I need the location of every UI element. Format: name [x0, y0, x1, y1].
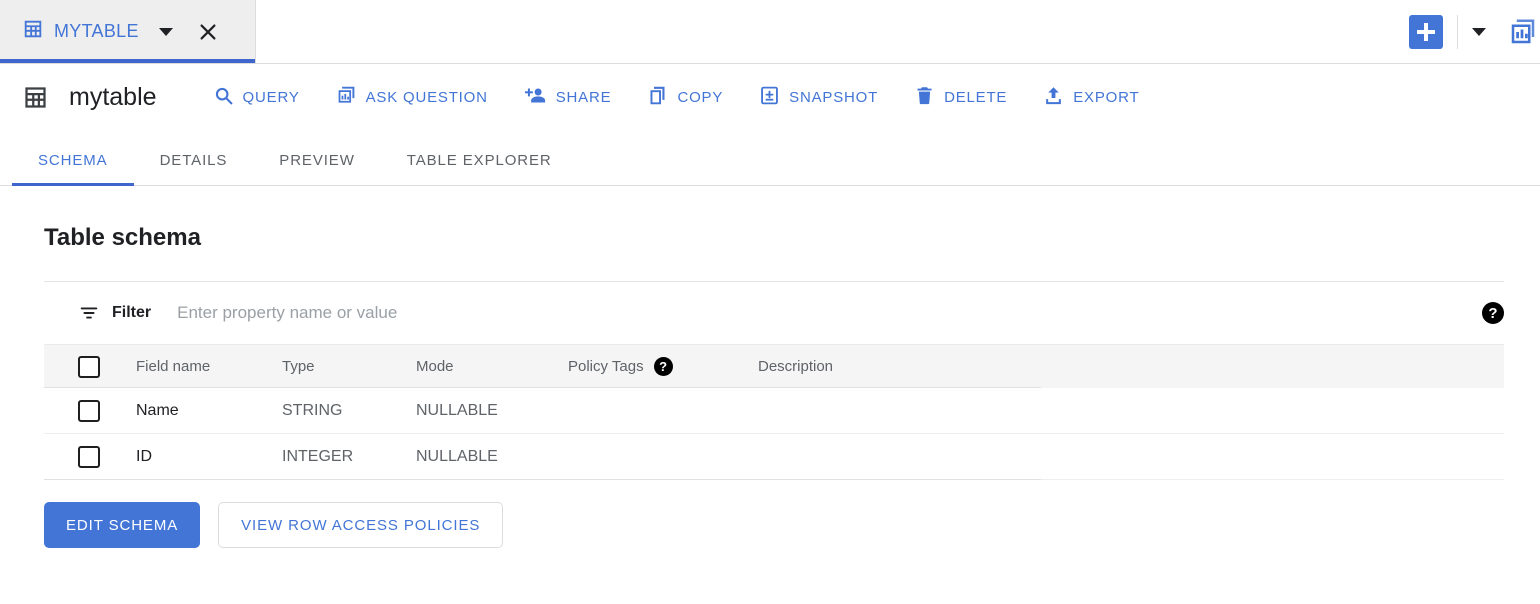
- cell-field-name: ID: [136, 448, 282, 466]
- cell-type: INTEGER: [282, 448, 416, 466]
- column-header-mode: Mode: [416, 358, 568, 375]
- chevron-down-icon[interactable]: [159, 28, 173, 36]
- insights-icon[interactable]: [1508, 17, 1538, 47]
- table-icon: [22, 18, 44, 45]
- tab-strip-actions: [1409, 0, 1540, 63]
- row-checkbox[interactable]: [78, 446, 100, 468]
- column-header-policy-tags-label: Policy Tags: [568, 358, 644, 375]
- close-icon[interactable]: [197, 21, 219, 43]
- ask-question-button[interactable]: ASK QUESTION: [336, 85, 488, 110]
- export-label: EXPORT: [1073, 89, 1139, 106]
- row-checkbox[interactable]: [78, 400, 100, 422]
- column-header-policy-tags: Policy Tags ?: [568, 357, 758, 376]
- filter-icon: [78, 302, 100, 324]
- column-header-field-name: Field name: [136, 358, 282, 375]
- filter-bar: Filter ?: [44, 282, 1504, 344]
- insights-icon: [336, 85, 357, 110]
- help-icon[interactable]: ?: [654, 357, 673, 376]
- cell-field-name: Name: [136, 402, 282, 420]
- divider: [1457, 15, 1458, 49]
- entity-toolbar: mytable QUERY ASK QUESTION: [0, 64, 1540, 130]
- snapshot-button[interactable]: SNAPSHOT: [759, 85, 878, 110]
- tab-table-explorer[interactable]: TABLE EXPLORER: [381, 152, 578, 185]
- table-icon: [22, 84, 49, 111]
- tab-strip: MYTABLE: [0, 0, 1540, 64]
- chevron-down-icon[interactable]: [1472, 28, 1486, 36]
- export-button[interactable]: EXPORT: [1043, 85, 1139, 110]
- share-button[interactable]: SHARE: [524, 85, 612, 110]
- tab-preview[interactable]: PREVIEW: [253, 152, 380, 185]
- copy-icon: [647, 85, 668, 110]
- table-row[interactable]: Name STRING NULLABLE: [44, 388, 1504, 434]
- help-icon[interactable]: ?: [1482, 302, 1504, 324]
- select-all-checkbox[interactable]: [78, 356, 100, 378]
- plus-icon[interactable]: [1409, 15, 1443, 49]
- trash-icon: [914, 85, 935, 110]
- ask-question-label: ASK QUESTION: [366, 89, 488, 106]
- edit-schema-button[interactable]: EDIT SCHEMA: [44, 502, 200, 548]
- snapshot-icon: [759, 85, 780, 110]
- snapshot-label: SNAPSHOT: [789, 89, 878, 106]
- tab-schema-label: SCHEMA: [38, 152, 108, 169]
- search-icon: [213, 85, 234, 110]
- column-header-type: Type: [282, 358, 416, 375]
- cell-type: STRING: [282, 402, 416, 420]
- delete-label: DELETE: [944, 89, 1007, 106]
- cell-mode: NULLABLE: [416, 448, 568, 466]
- schema-actions: EDIT SCHEMA VIEW ROW ACCESS POLICIES: [44, 480, 1504, 548]
- column-header-description: Description: [758, 358, 1504, 375]
- bigquery-table-page: MYTABLE: [0, 0, 1540, 604]
- view-row-access-policies-button[interactable]: VIEW ROW ACCESS POLICIES: [218, 502, 503, 548]
- table-header-row: Field name Type Mode Policy Tags ? Descr…: [44, 344, 1504, 388]
- document-tab-label: MYTABLE: [54, 21, 139, 42]
- document-tab-mytable[interactable]: MYTABLE: [0, 0, 256, 63]
- person-add-icon: [524, 85, 547, 110]
- query-button[interactable]: QUERY: [213, 85, 300, 110]
- filter-input[interactable]: [177, 303, 737, 323]
- page-title: mytable: [69, 83, 157, 112]
- tab-preview-label: PREVIEW: [279, 152, 354, 169]
- tab-details[interactable]: DETAILS: [134, 152, 254, 185]
- share-label: SHARE: [556, 89, 612, 106]
- schema-table: Field name Type Mode Policy Tags ? Descr…: [44, 344, 1504, 480]
- filter-label: Filter: [112, 304, 151, 322]
- tab-table-explorer-label: TABLE EXPLORER: [407, 152, 552, 169]
- cell-mode: NULLABLE: [416, 402, 568, 420]
- table-row[interactable]: ID INTEGER NULLABLE: [44, 434, 1504, 480]
- section-heading: Table schema: [44, 186, 1504, 252]
- query-label: QUERY: [243, 89, 300, 106]
- schema-panel: Table schema Filter ? Field name Type Mo…: [0, 186, 1540, 548]
- tab-details-label: DETAILS: [160, 152, 228, 169]
- delete-button[interactable]: DELETE: [914, 85, 1007, 110]
- copy-label: COPY: [677, 89, 723, 106]
- tab-schema[interactable]: SCHEMA: [12, 152, 134, 185]
- export-icon: [1043, 85, 1064, 110]
- section-tabs: SCHEMA DETAILS PREVIEW TABLE EXPLORER: [0, 130, 1540, 186]
- copy-button[interactable]: COPY: [647, 85, 723, 110]
